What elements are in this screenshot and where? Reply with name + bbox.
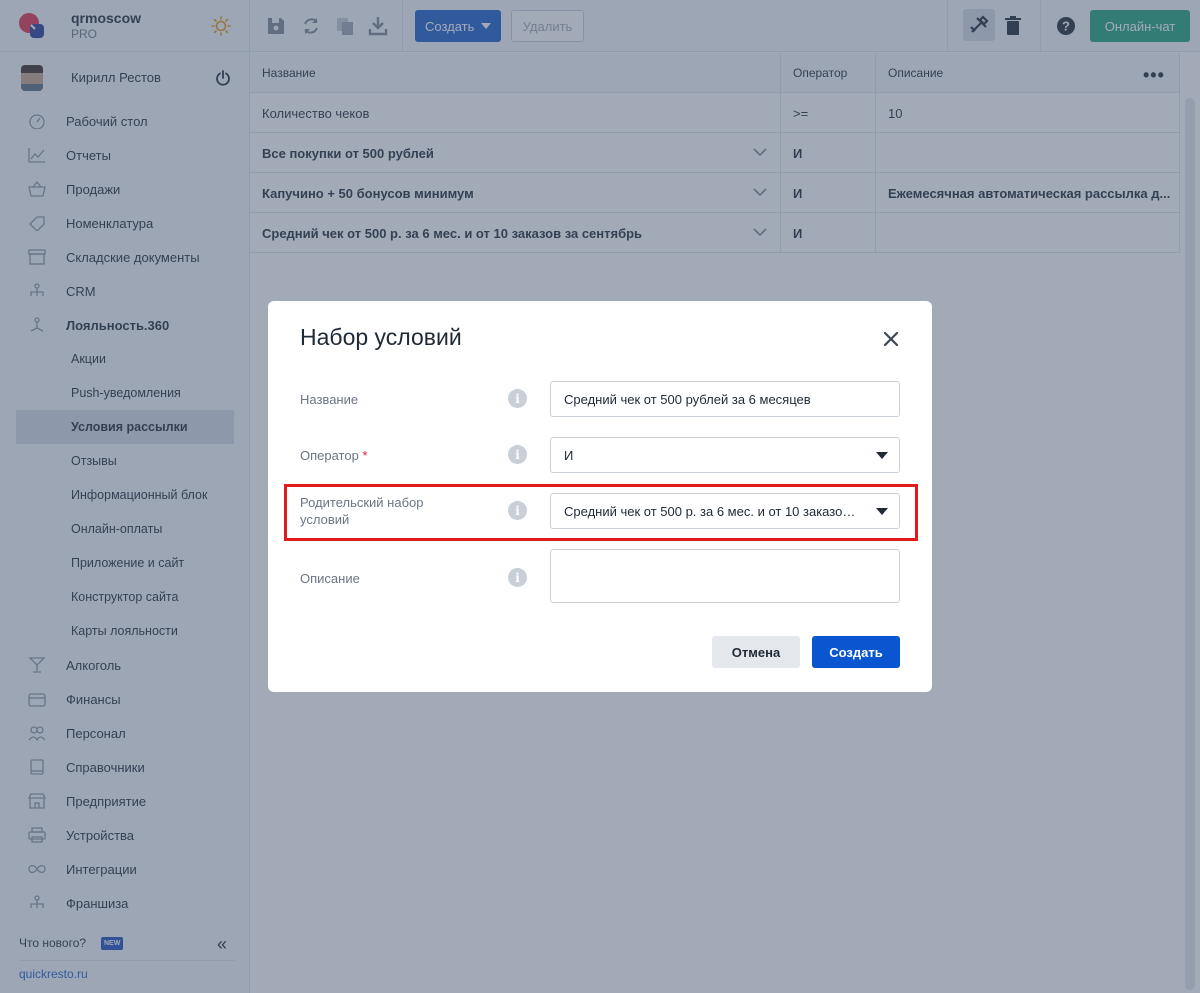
create-submit-button[interactable]: Создать — [812, 636, 900, 668]
info-icon[interactable]: i — [508, 445, 527, 464]
description-textarea[interactable] — [550, 549, 900, 603]
field-label-operator: Оператор * — [300, 447, 368, 464]
info-icon[interactable]: i — [508, 389, 527, 408]
field-label-description: Описание — [300, 571, 360, 586]
dialog-title: Набор условий — [300, 324, 462, 350]
parent-set-select-value: Средний чек от 500 р. за 6 мес. и от 10 … — [564, 503, 860, 519]
operator-select[interactable]: И — [550, 437, 900, 473]
cancel-button[interactable]: Отмена — [712, 636, 800, 668]
required-mark: * — [362, 448, 368, 463]
name-input[interactable]: Средний чек от 500 рублей за 6 месяцев — [550, 381, 900, 417]
info-icon[interactable]: i — [508, 568, 527, 587]
condition-set-dialog: Набор условий Название i Средний чек от … — [268, 301, 932, 692]
operator-label-text: Оператор — [300, 448, 359, 463]
operator-select-value: И — [564, 447, 574, 463]
dropdown-arrow-icon — [876, 508, 888, 515]
dropdown-arrow-icon — [876, 452, 888, 459]
field-label-name: Название — [300, 392, 359, 407]
close-icon[interactable] — [882, 330, 900, 348]
info-icon[interactable]: i — [508, 501, 527, 520]
parent-set-select[interactable]: Средний чек от 500 р. за 6 мес. и от 10 … — [550, 493, 900, 529]
field-label-parent: Родительский набор условий — [300, 495, 424, 527]
